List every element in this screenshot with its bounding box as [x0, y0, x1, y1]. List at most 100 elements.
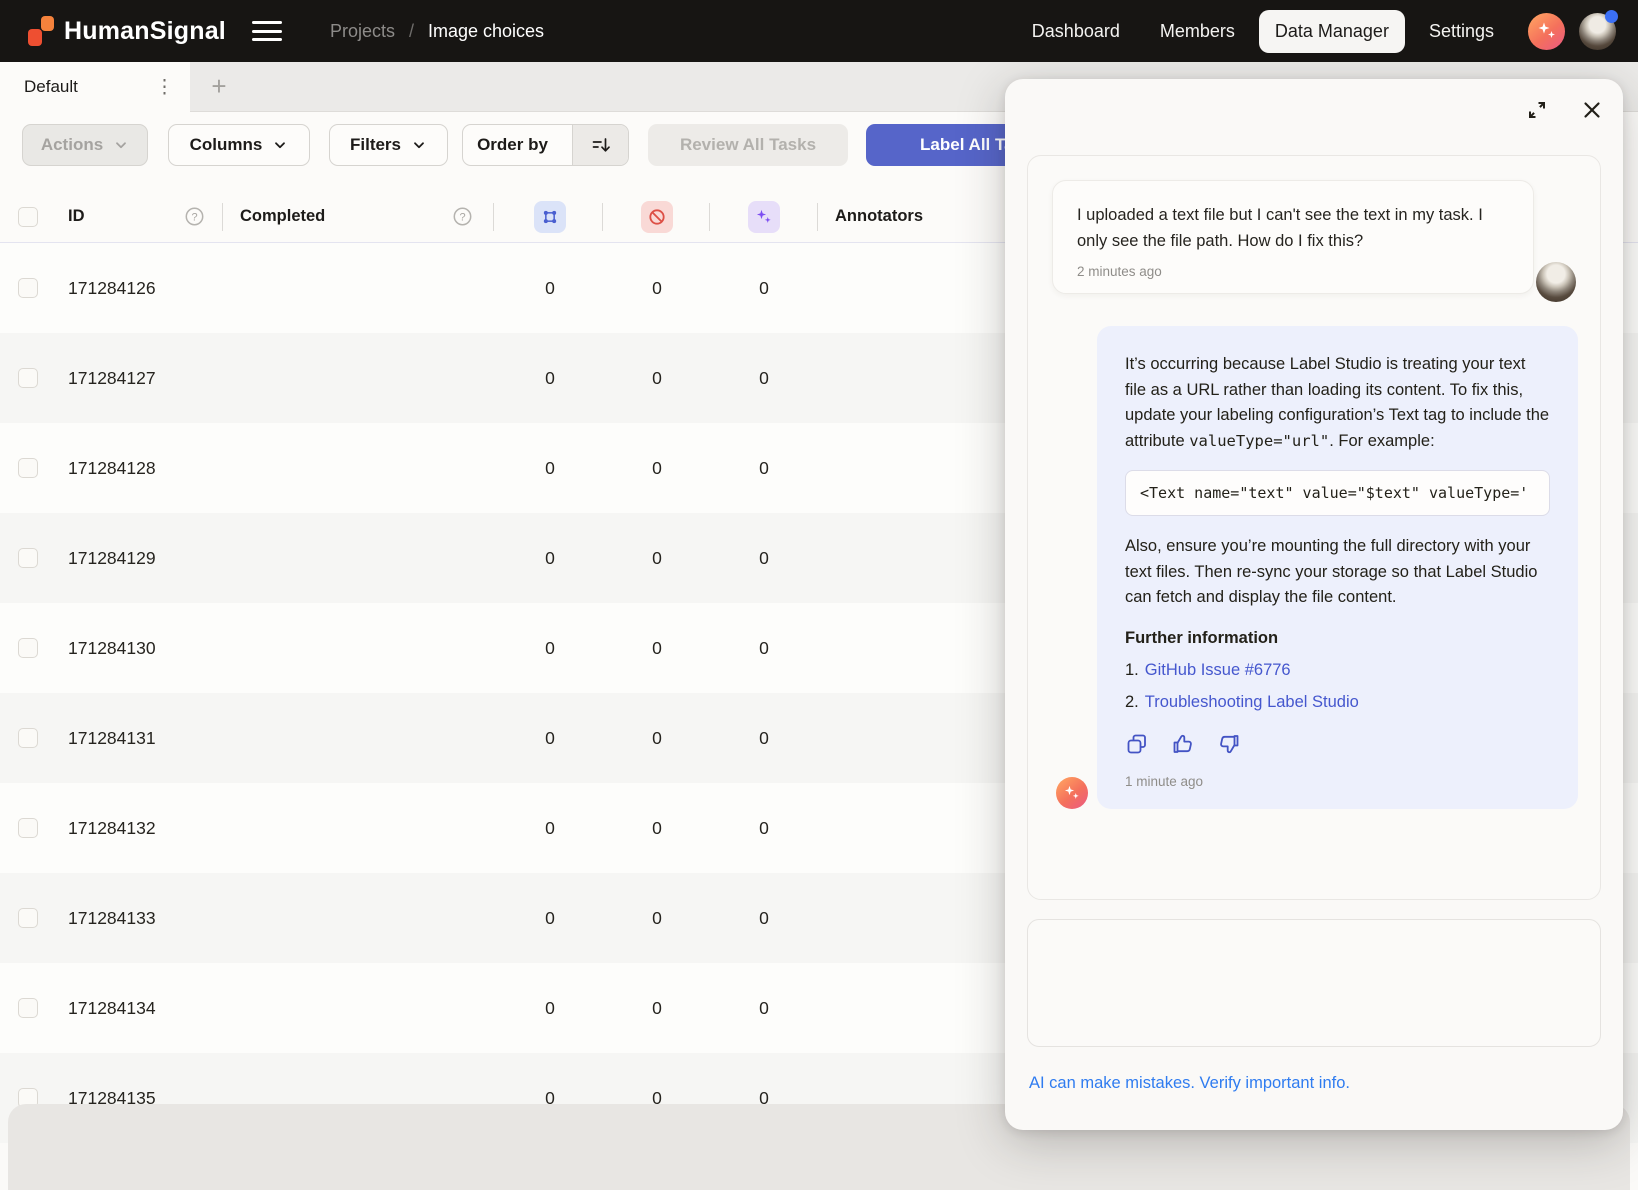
predictions-count: 0	[744, 693, 784, 783]
column-header-completed[interactable]: Completed	[240, 190, 325, 243]
copy-icon[interactable]	[1125, 732, 1149, 756]
nav-item-dashboard[interactable]: Dashboard	[1016, 10, 1136, 53]
assistant-message: It’s occurring because Label Studio is t…	[1052, 326, 1576, 809]
column-divider	[602, 203, 603, 231]
cancelled-count: 0	[637, 963, 677, 1053]
cancelled-count: 0	[637, 423, 677, 513]
hamburger-menu-icon[interactable]	[252, 19, 282, 43]
tab-default[interactable]: Default ⋮	[0, 62, 190, 112]
assistant-message-timestamp: 1 minute ago	[1125, 774, 1550, 789]
tab-kebab-menu-icon[interactable]: ⋮	[155, 78, 174, 97]
cancelled-count: 0	[637, 513, 677, 603]
task-id: 171284133	[68, 873, 156, 963]
ai-chat-avatar	[1056, 777, 1088, 809]
completed-help-icon[interactable]: ?	[452, 190, 473, 243]
brand[interactable]: HumanSignal	[28, 15, 226, 47]
thumbs-down-icon[interactable]	[1217, 732, 1241, 756]
column-divider	[709, 203, 710, 231]
predictions-count: 0	[744, 513, 784, 603]
nav-item-members[interactable]: Members	[1144, 10, 1251, 53]
column-header-annotators[interactable]: Annotators	[835, 190, 923, 243]
predictions-count: 0	[744, 603, 784, 693]
task-id: 171284131	[68, 693, 156, 783]
user-message-bubble: I uploaded a text file but I can't see t…	[1052, 180, 1534, 294]
user-avatar[interactable]	[1579, 13, 1616, 50]
cancelled-count: 0	[637, 603, 677, 693]
chat-input[interactable]	[1027, 919, 1601, 1047]
troubleshooting-link[interactable]: Troubleshooting Label Studio	[1145, 693, 1359, 711]
breadcrumb-projects[interactable]: Projects	[330, 21, 395, 42]
row-checkbox[interactable]	[18, 638, 38, 658]
assistant-paragraph-1: It’s occurring because Label Studio is t…	[1125, 352, 1550, 454]
row-checkbox[interactable]	[18, 818, 38, 838]
annotations-icon	[534, 201, 566, 233]
sort-direction-button[interactable]	[572, 125, 628, 165]
row-checkbox[interactable]	[18, 368, 38, 388]
chat-message-list: I uploaded a text file but I can't see t…	[1027, 155, 1601, 900]
annotations-count: 0	[530, 423, 570, 513]
message-actions	[1125, 732, 1550, 756]
predictions-count: 0	[744, 963, 784, 1053]
user-message: I uploaded a text file but I can't see t…	[1052, 180, 1576, 304]
svg-text:?: ?	[191, 212, 197, 224]
annotations-count: 0	[530, 963, 570, 1053]
task-id: 171284134	[68, 963, 156, 1053]
actions-label: Actions	[41, 135, 103, 155]
sparkles-icon	[1062, 783, 1082, 803]
nav-item-settings[interactable]: Settings	[1413, 10, 1510, 53]
review-all-tasks-button[interactable]: Review All Tasks	[648, 124, 848, 166]
row-checkbox[interactable]	[18, 728, 38, 748]
row-checkbox[interactable]	[18, 908, 38, 928]
review-all-tasks-label: Review All Tasks	[680, 135, 816, 155]
order-by-button[interactable]: Order by	[462, 124, 629, 166]
nav-item-data-manager[interactable]: Data Manager	[1259, 10, 1405, 53]
cancelled-count: 0	[637, 783, 677, 873]
further-information-heading: Further information	[1125, 629, 1550, 648]
user-message-text: I uploaded a text file but I can't see t…	[1077, 203, 1509, 254]
task-id: 171284128	[68, 423, 156, 513]
nav-right: Dashboard Members Data Manager Settings	[1016, 10, 1616, 53]
row-checkbox[interactable]	[18, 998, 38, 1018]
task-id: 171284127	[68, 333, 156, 423]
column-divider	[493, 203, 494, 231]
cancelled-count: 0	[637, 873, 677, 963]
task-id: 171284126	[68, 243, 156, 333]
id-help-icon[interactable]: ?	[184, 190, 205, 243]
row-checkbox[interactable]	[18, 458, 38, 478]
sparkles-icon	[1535, 19, 1559, 43]
github-issue-link[interactable]: GitHub Issue #6776	[1145, 661, 1291, 679]
breadcrumb-separator: /	[409, 21, 414, 42]
breadcrumb: Projects / Image choices	[330, 21, 544, 42]
ai-assistant-button[interactable]	[1528, 13, 1565, 50]
select-all-checkbox[interactable]	[18, 207, 38, 227]
predictions-count: 0	[744, 783, 784, 873]
code-block[interactable]: <Text name="text" value="$text" valueTyp…	[1125, 470, 1550, 516]
chevron-down-icon	[113, 137, 129, 153]
filters-button[interactable]: Filters	[329, 124, 448, 166]
annotations-count: 0	[530, 873, 570, 963]
chevron-down-icon	[272, 137, 288, 153]
top-nav: HumanSignal Projects / Image choices Das…	[0, 0, 1638, 62]
cancelled-annotations-icon	[641, 201, 673, 233]
columns-button[interactable]: Columns	[168, 124, 310, 166]
column-header-cancelled[interactable]	[641, 190, 673, 243]
user-chat-avatar	[1536, 262, 1576, 302]
column-divider	[222, 203, 223, 231]
predictions-count: 0	[744, 873, 784, 963]
row-checkbox[interactable]	[18, 278, 38, 298]
close-panel-icon[interactable]	[1579, 97, 1605, 123]
row-checkbox[interactable]	[18, 548, 38, 568]
column-header-annotations[interactable]	[534, 190, 566, 243]
ai-disclaimer-link[interactable]: AI can make mistakes. Verify important i…	[1029, 1074, 1350, 1093]
annotations-count: 0	[530, 333, 570, 423]
task-id: 171284130	[68, 603, 156, 693]
cancelled-count: 0	[637, 333, 677, 423]
column-header-predictions[interactable]	[748, 190, 780, 243]
column-divider	[817, 203, 818, 231]
actions-button[interactable]: Actions	[22, 124, 148, 166]
expand-panel-icon[interactable]	[1524, 97, 1550, 123]
assistant-paragraph-2: Also, ensure you’re mounting the full di…	[1125, 534, 1550, 611]
add-tab-button[interactable]: +	[205, 73, 233, 101]
column-header-id[interactable]: ID	[68, 190, 85, 243]
thumbs-up-icon[interactable]	[1171, 732, 1195, 756]
